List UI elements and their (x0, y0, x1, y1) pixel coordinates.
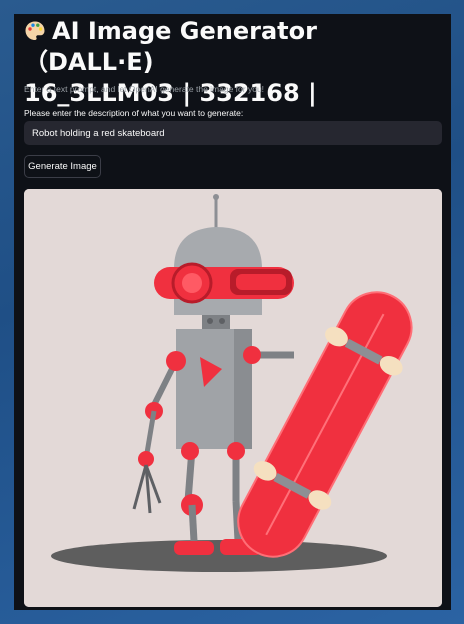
title-line-1: AI Image Generator（DALL·E) (24, 17, 317, 76)
app-container: AI Image Generator（DALL·E) 16_3LLM03 | 3… (14, 14, 451, 610)
prompt-label: Please enter the description of what you… (24, 108, 244, 118)
prompt-input[interactable] (24, 121, 442, 145)
generated-image (24, 189, 442, 607)
page-title: AI Image Generator（DALL·E) 16_3LLM03 | 3… (24, 16, 444, 109)
generate-image-button[interactable]: Generate Image (24, 155, 101, 178)
artist-palette-icon (24, 19, 46, 41)
description-caption: Enter a text prompt, and let OpenAI gene… (24, 84, 265, 94)
